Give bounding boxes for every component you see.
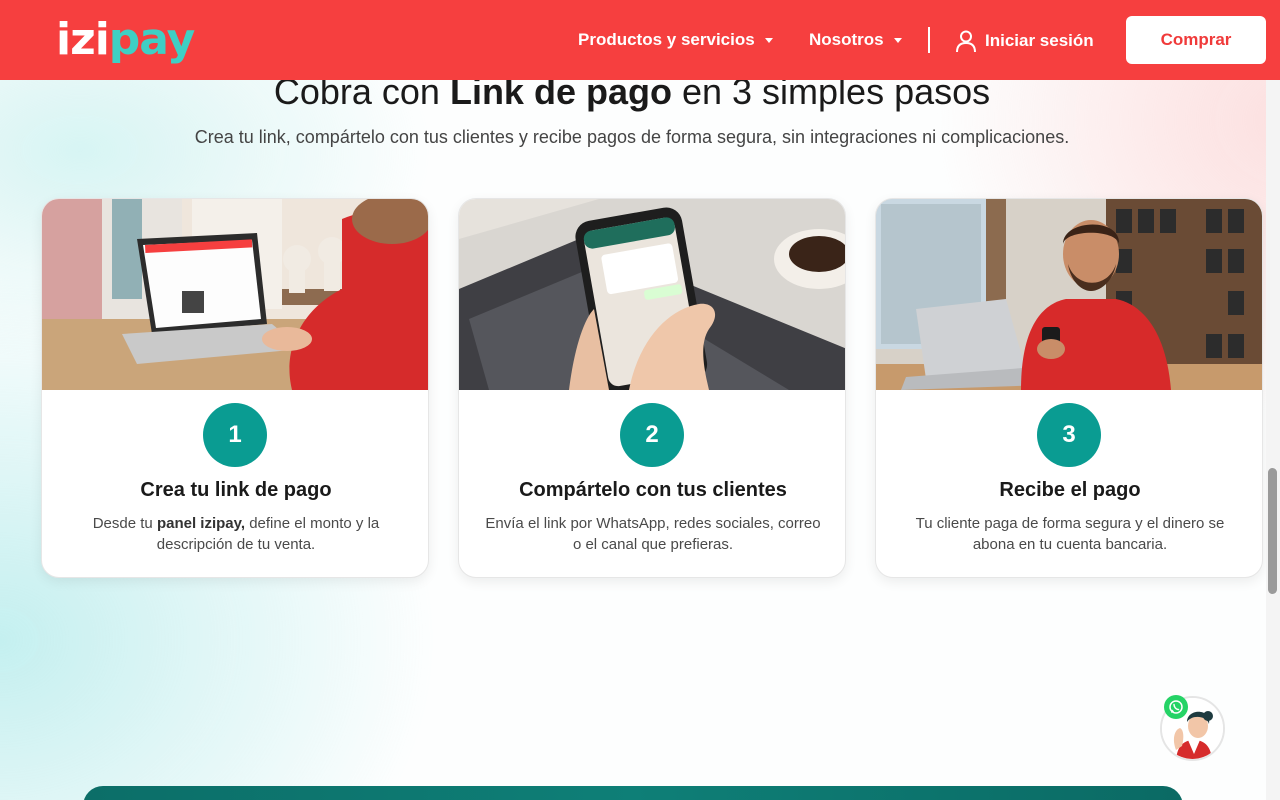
nav-productos-servicios[interactable]: Productos y servicios <box>578 28 773 52</box>
phone-whatsapp-photo <box>459 199 845 390</box>
step-card-2: 2 Compártelo con tus clientes Envía el l… <box>458 198 846 578</box>
login-label: Iniciar sesión <box>985 31 1094 50</box>
step-desc-1-pre: Desde tu <box>92 515 157 532</box>
login-link[interactable]: Iniciar sesión <box>955 28 1094 54</box>
logo-part-izi: izi <box>56 14 110 65</box>
whatsapp-glyph-icon <box>1169 700 1183 714</box>
nav-nosotros-label: Nosotros <box>809 30 884 49</box>
step-desc-3: Tu cliente paga de forma segura y el din… <box>915 515 1225 553</box>
woman-laptop-photo <box>42 199 428 390</box>
site-header: izi pay Productos y servicios Nosotros In… <box>0 0 1280 80</box>
user-icon <box>956 30 976 53</box>
comprar-button[interactable]: Comprar <box>1126 16 1266 64</box>
nav-divider <box>928 27 930 53</box>
izipay-logo[interactable]: izi pay <box>56 14 196 66</box>
logo-part-pay: pay <box>108 14 196 65</box>
step-number-2: 2 <box>620 403 684 467</box>
step-number-3: 3 <box>1037 403 1101 467</box>
step-desc-1-bold: panel izipay, <box>156 515 246 532</box>
scrollbar-thumb[interactable] <box>1268 468 1277 594</box>
scrollbar-track[interactable] <box>1266 0 1280 800</box>
step-card-1: 1 Crea tu link de pago Desde tu panel iz… <box>41 198 429 578</box>
step-card-3: 3 Recibe el pago Tu cliente paga de form… <box>875 198 1263 578</box>
whatsapp-icon[interactable] <box>1164 695 1188 719</box>
step-number-1: 1 <box>203 403 267 467</box>
step-title-2: Compártelo con tus clientes <box>519 479 787 501</box>
man-smartphone-photo <box>876 199 1262 390</box>
bottom-banner <box>83 786 1183 800</box>
step-title-1: Crea tu link de pago <box>140 479 332 501</box>
nav-productos-label: Productos y servicios <box>578 30 755 49</box>
step-title-3: Recibe el pago <box>999 479 1141 501</box>
caret-down-icon <box>893 37 902 43</box>
step-desc-1: Desde tu panel izipay, define el monto y… <box>66 513 406 555</box>
section-subtitle: Crea tu link, compártelo con tus cliente… <box>194 127 1070 147</box>
step-desc-2: Envía el link por WhatsApp, redes social… <box>485 515 821 553</box>
caret-down-icon <box>764 37 773 43</box>
nav-nosotros[interactable]: Nosotros <box>809 28 902 52</box>
